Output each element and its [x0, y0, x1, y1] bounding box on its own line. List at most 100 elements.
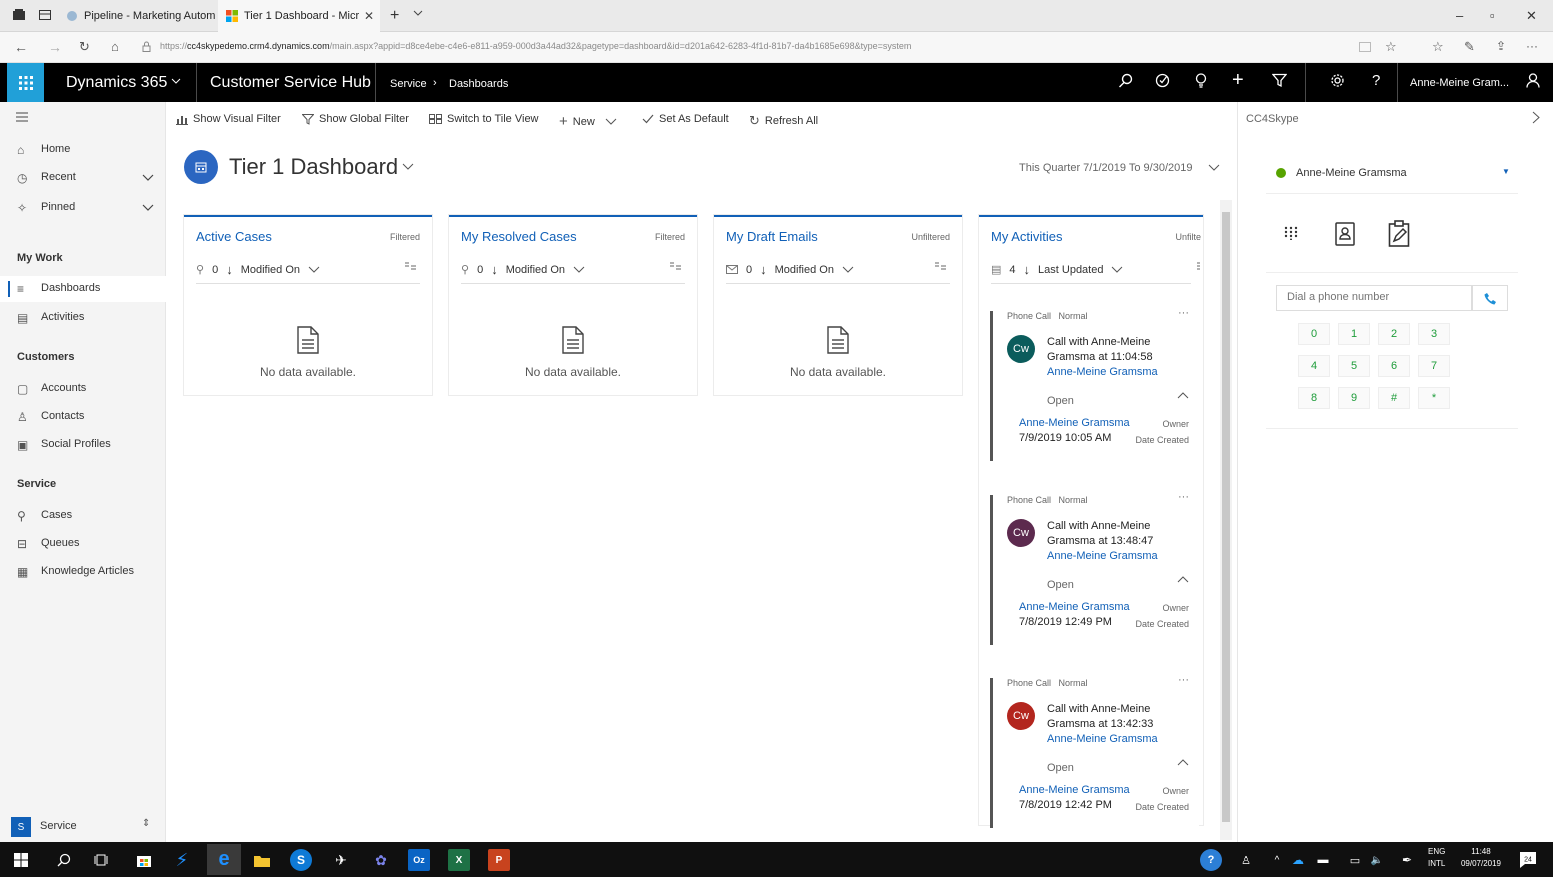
reading-view-icon[interactable] — [1359, 41, 1371, 53]
nav-accounts[interactable]: ▢ Accounts — [0, 376, 166, 402]
dialpad-icon[interactable] — [1284, 226, 1298, 240]
activity-title[interactable]: Call with Anne-Meine Gramsma at 13:48:47 — [1047, 519, 1177, 549]
share-icon[interactable]: ⇪ — [1496, 39, 1506, 53]
quick-create-plus-icon[interactable]: + — [1232, 69, 1244, 92]
owner-link[interactable]: Anne-Meine Gramsma — [1019, 601, 1130, 613]
activity-card[interactable]: Phone Call Normal ··· Cw Call with Anne-… — [990, 674, 1199, 828]
nav-activities[interactable]: ▤ Activities — [0, 305, 166, 331]
breadcrumb-dashboards[interactable]: Dashboards — [449, 78, 508, 90]
activity-card[interactable]: Phone Call Normal ··· Cw Call with Anne-… — [990, 307, 1199, 461]
more-options-icon[interactable]: ··· — [1178, 491, 1189, 503]
sort-direction-arrow-icon[interactable]: ↓ — [760, 262, 767, 277]
nav-dashboards[interactable]: ≡ Dashboards — [0, 276, 166, 302]
view-options-icon[interactable] — [405, 261, 416, 272]
nav-pinned[interactable]: ✧ Pinned — [0, 195, 166, 221]
store-icon[interactable] — [133, 849, 155, 871]
chevron-up-icon[interactable] — [1177, 758, 1189, 766]
nav-knowledge-articles[interactable]: ▦ Knowledge Articles — [0, 559, 166, 585]
restore-icon[interactable]: ▫ — [1490, 8, 1495, 23]
activities-scrollbar[interactable] — [1220, 200, 1232, 840]
dial-key-3[interactable]: 3 — [1418, 323, 1450, 345]
action-center-icon[interactable]: 24 — [1517, 849, 1539, 871]
advanced-find-filter-icon[interactable] — [1272, 73, 1287, 88]
nav-cases[interactable]: ⚲ Cases — [0, 503, 166, 529]
set-tabs-aside-icon[interactable] — [38, 8, 52, 22]
battery-icon[interactable]: ▬ — [1312, 849, 1334, 871]
tab-pipeline[interactable]: Pipeline - Marketing Autom — [58, 0, 218, 32]
area-switcher[interactable]: S Service ⇕ — [0, 812, 166, 842]
scrollbar-thumb[interactable] — [1222, 212, 1230, 822]
tab-actions-icon[interactable] — [12, 8, 26, 22]
regarding-link[interactable]: Anne-Meine Gramsma — [1047, 366, 1158, 378]
sort-field[interactable]: Modified On — [775, 264, 834, 276]
chevron-up-icon[interactable] — [1177, 575, 1189, 583]
lightbulb-icon[interactable] — [1195, 73, 1207, 88]
app-name[interactable]: Customer Service Hub — [210, 74, 371, 92]
contact-card-icon[interactable] — [1335, 222, 1355, 246]
dial-key-0[interactable]: 0 — [1298, 323, 1330, 345]
show-hidden-icons-icon[interactable]: ^ — [1266, 849, 1288, 871]
tab-tier1-dashboard[interactable]: Tier 1 Dashboard - Micr ✕ — [218, 0, 380, 32]
task-view-icon[interactable] — [90, 849, 112, 871]
activity-title[interactable]: Call with Anne-Meine Gramsma at 11:04:58 — [1047, 335, 1177, 365]
power-automate-icon[interactable]: ⚡ — [171, 849, 193, 871]
teams-icon[interactable]: ✿ — [370, 849, 392, 871]
set-as-default-button[interactable]: Set As Default — [642, 113, 729, 125]
onedrive-icon[interactable]: ☁ — [1287, 849, 1309, 871]
nav-recent[interactable]: ◷ Recent — [0, 165, 166, 191]
dial-key-5[interactable]: 5 — [1338, 355, 1370, 377]
hamburger-menu-icon[interactable] — [16, 112, 28, 122]
dial-key-8[interactable]: 8 — [1298, 387, 1330, 409]
dial-number-field[interactable] — [1287, 286, 1467, 308]
sort-field[interactable]: Modified On — [241, 264, 300, 276]
dashboard-selector-chevron-icon[interactable] — [402, 163, 414, 171]
view-options-icon[interactable] — [670, 261, 681, 272]
regarding-link[interactable]: Anne-Meine Gramsma — [1047, 733, 1158, 745]
chat-bubble-icon[interactable]: ✈ — [330, 849, 352, 871]
powerpoint-icon[interactable]: P — [488, 849, 510, 871]
view-options-icon[interactable] — [935, 261, 946, 272]
presence-selector[interactable]: Anne-Meine Gramsma ▼ — [1266, 150, 1518, 194]
owner-link[interactable]: Anne-Meine Gramsma — [1019, 417, 1130, 429]
people-tray-icon[interactable]: ♙ — [1235, 849, 1257, 871]
more-options-icon[interactable]: ··· — [1178, 307, 1189, 319]
user-profile-icon[interactable] — [1526, 73, 1540, 88]
dial-number-input[interactable] — [1276, 285, 1472, 311]
breadcrumb-service[interactable]: Service — [390, 78, 427, 90]
dial-key-6[interactable]: 6 — [1378, 355, 1410, 377]
tile-title[interactable]: My Resolved Cases — [461, 229, 577, 244]
pen-notes-icon[interactable]: ✎ — [1464, 39, 1475, 55]
search-icon[interactable] — [1118, 73, 1133, 88]
product-name[interactable]: Dynamics 365 — [66, 74, 167, 92]
edge-browser-icon[interactable]: e — [207, 844, 241, 875]
help-tray-icon[interactable]: ? — [1200, 849, 1222, 871]
switch-to-tile-view-button[interactable]: Switch to Tile View — [429, 113, 539, 125]
tile-title[interactable]: Active Cases — [196, 229, 272, 244]
show-global-filter-button[interactable]: Show Global Filter — [302, 113, 409, 125]
dial-key-star[interactable]: * — [1418, 387, 1450, 409]
dial-key-4[interactable]: 4 — [1298, 355, 1330, 377]
nav-queues[interactable]: ⊟ Queues — [0, 531, 166, 557]
settings-gear-icon[interactable] — [1330, 73, 1345, 88]
sort-direction-arrow-icon[interactable]: ↓ — [1024, 262, 1031, 277]
windows-start-icon[interactable] — [10, 849, 32, 871]
network-icon[interactable]: ▭ — [1344, 849, 1366, 871]
file-explorer-icon[interactable] — [251, 849, 273, 871]
excel-icon[interactable]: X — [448, 849, 470, 871]
pen-workspace-icon[interactable]: ✒ — [1396, 849, 1418, 871]
more-options-icon[interactable]: ··· — [1178, 674, 1189, 686]
task-flow-icon[interactable] — [1155, 73, 1170, 88]
refresh-all-button[interactable]: ↻ Refresh All — [749, 113, 818, 129]
show-visual-filter-button[interactable]: Show Visual Filter — [176, 113, 281, 125]
dial-key-7[interactable]: 7 — [1418, 355, 1450, 377]
search-icon[interactable] — [53, 849, 75, 871]
period-filter[interactable]: This Quarter 7/1/2019 To 9/30/2019 — [1019, 162, 1192, 174]
period-chevron-icon[interactable] — [1208, 164, 1220, 172]
chevron-down-icon[interactable] — [141, 200, 155, 214]
url-field[interactable]: https://cc4skypedemo.crm4.dynamics.com/m… — [160, 41, 911, 51]
minimize-icon[interactable]: – — [1456, 8, 1463, 23]
chevron-down-icon[interactable] — [141, 170, 155, 184]
activity-title[interactable]: Call with Anne-Meine Gramsma at 13:42:33 — [1047, 702, 1177, 732]
favorite-star-icon[interactable]: ☆ — [1385, 39, 1397, 55]
refresh-icon[interactable]: ↻ — [79, 39, 90, 55]
